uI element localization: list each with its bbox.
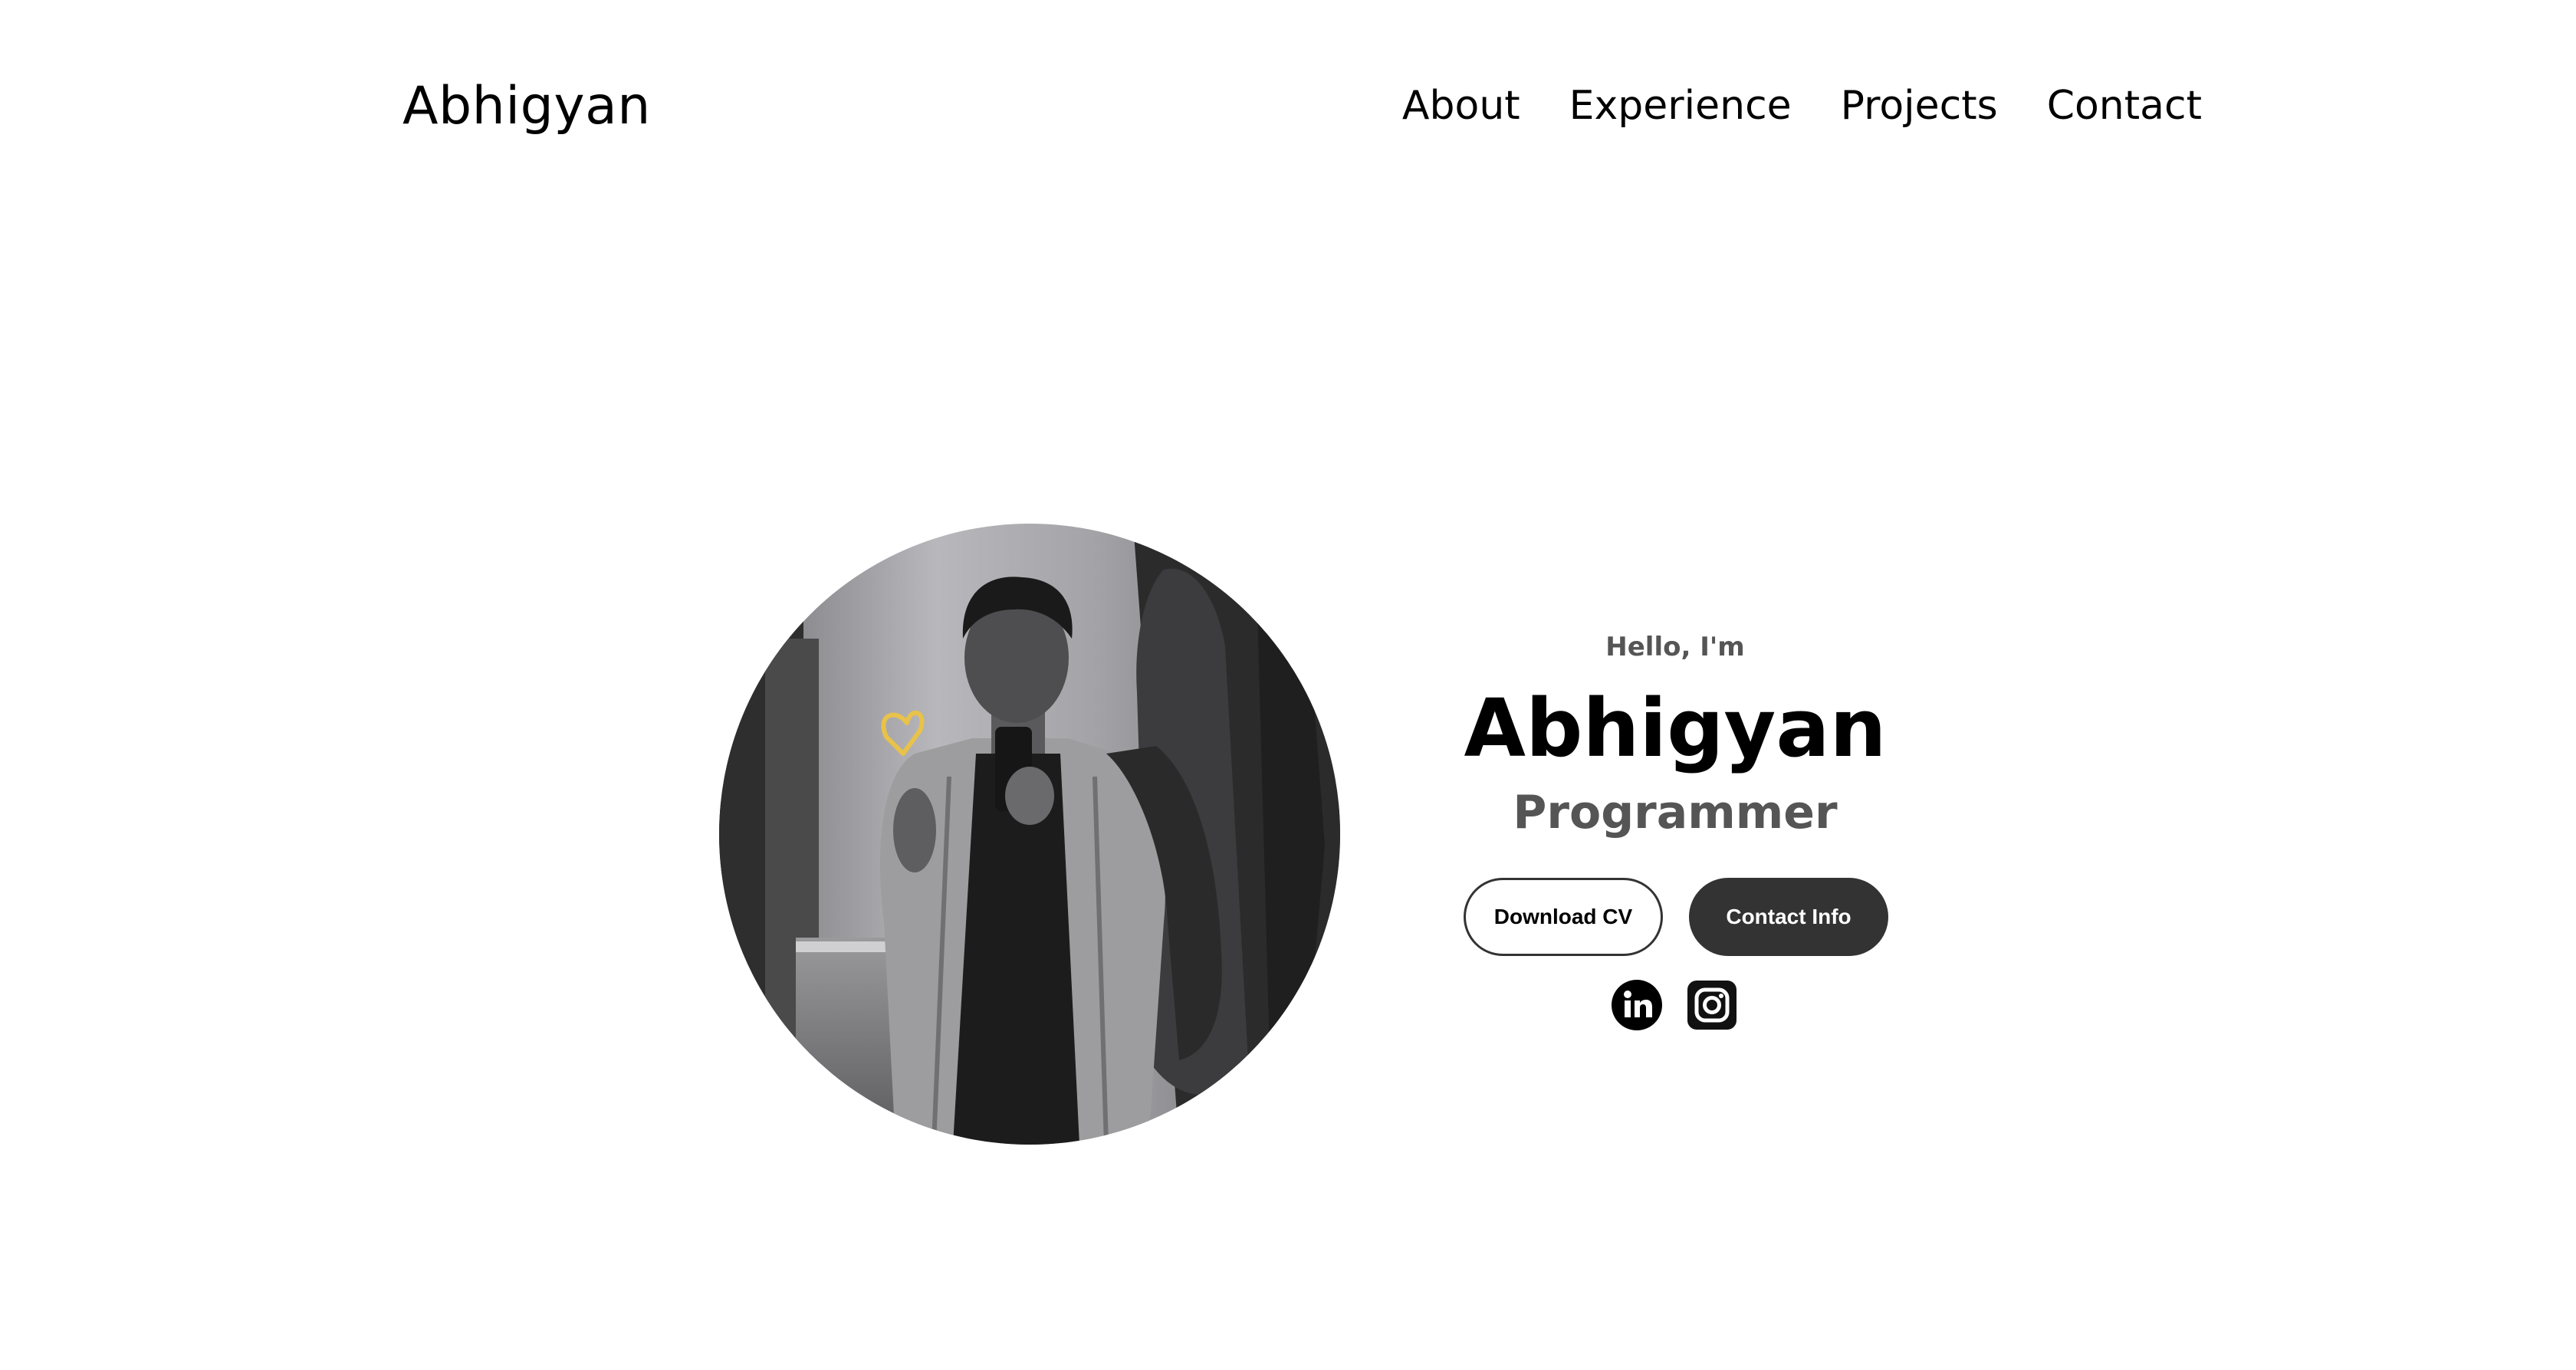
social-links xyxy=(1612,980,1737,1033)
main-nav: About Experience Projects Contact xyxy=(1402,77,2202,135)
nav-link-projects[interactable]: Projects xyxy=(1841,77,1998,135)
instagram-icon[interactable] xyxy=(1687,980,1737,1033)
nav-link-contact[interactable]: Contact xyxy=(2047,77,2202,135)
greeting-text: Hello, I'm xyxy=(1605,632,1745,662)
hero-buttons: Download CV Contact Info xyxy=(1464,878,1888,956)
profile-photo-illustration xyxy=(719,524,1340,1145)
contact-info-button[interactable]: Contact Info xyxy=(1689,878,1888,956)
hero-role: Programmer xyxy=(1513,786,1838,839)
site-logo[interactable]: Abhigyan xyxy=(402,72,651,141)
profile-picture xyxy=(719,524,1340,1145)
nav-link-experience[interactable]: Experience xyxy=(1569,77,1792,135)
hero-text: Hello, I'm Abhigyan Programmer xyxy=(1455,629,1895,846)
hero-name: Abhigyan xyxy=(1464,682,1887,775)
portfolio-page: Abhigyan About Experience Projects Conta… xyxy=(0,0,2576,1370)
nav-link-about[interactable]: About xyxy=(1402,77,1520,135)
linkedin-icon[interactable] xyxy=(1612,980,1662,1033)
download-cv-button[interactable]: Download CV xyxy=(1464,878,1663,956)
